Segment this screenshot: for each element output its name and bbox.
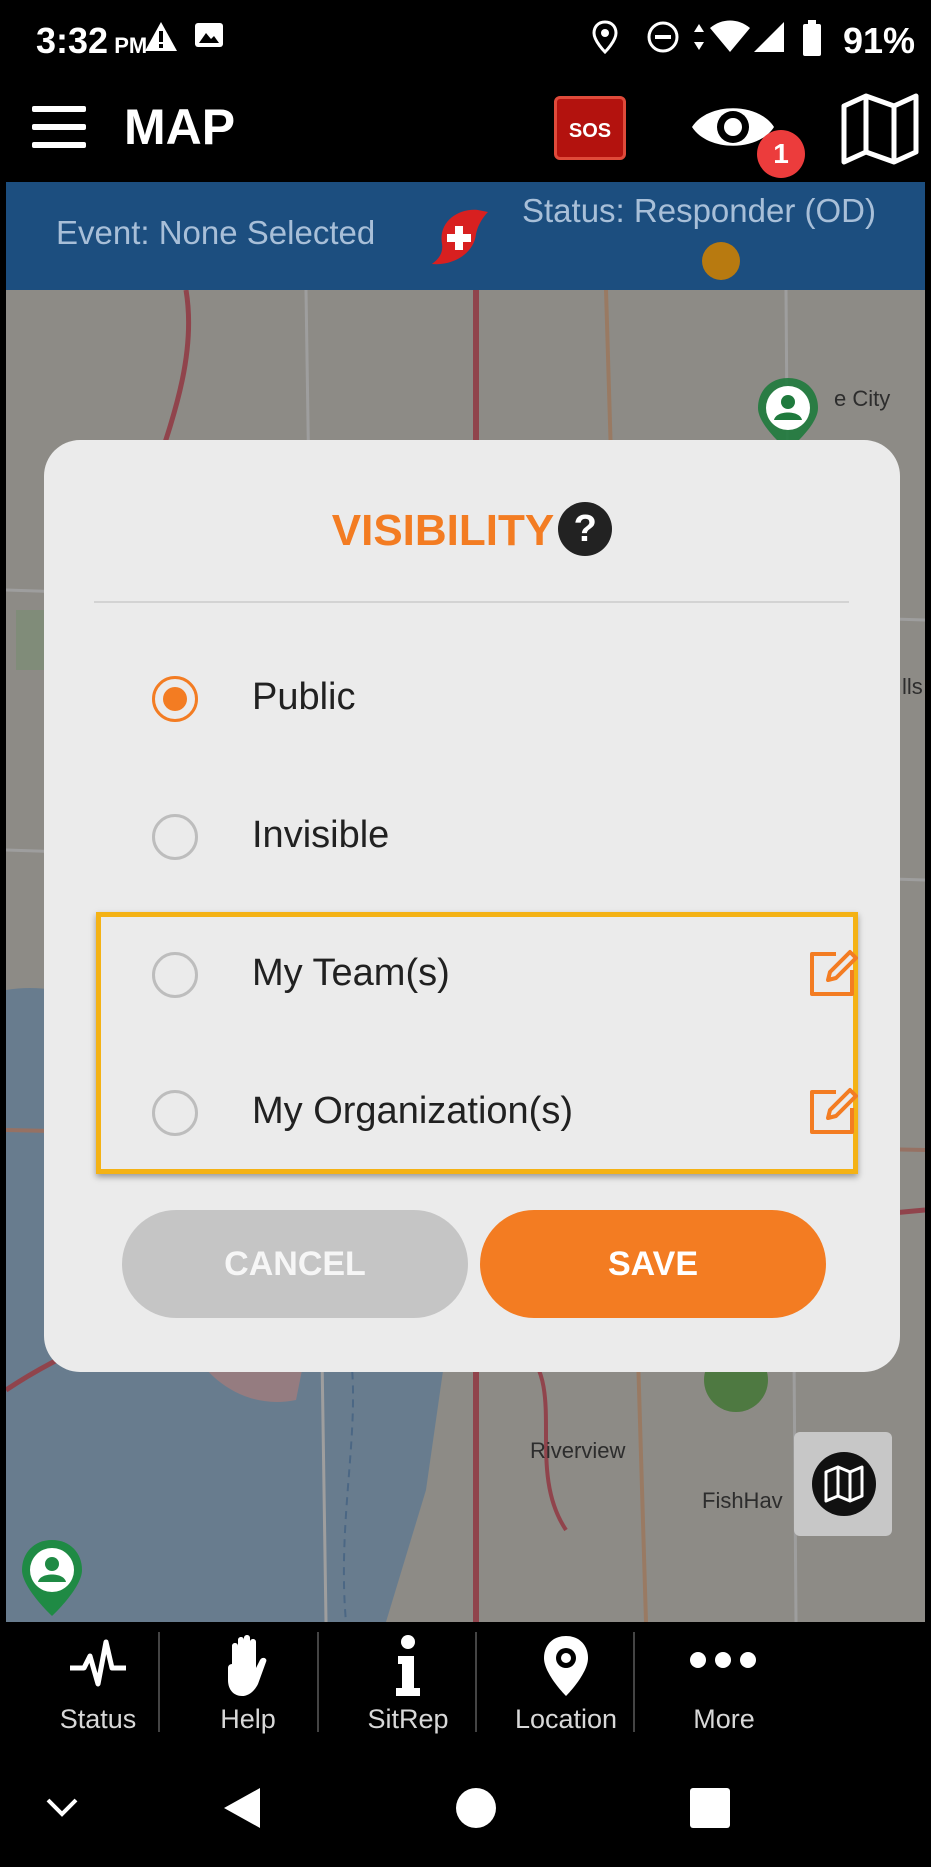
status-bar: 3:32 PM 91% xyxy=(6,6,925,78)
info-icon xyxy=(396,1635,420,1696)
option-my-teams[interactable]: My Team(s) xyxy=(152,938,858,1018)
nav-label: Help xyxy=(220,1704,276,1734)
battery-level: 91% xyxy=(842,20,915,61)
nav-help[interactable]: Help xyxy=(156,1622,340,1752)
visibility-dialog: VISIBILITY? Public Invisible My Team(s) … xyxy=(44,440,900,1372)
edit-icon[interactable] xyxy=(806,948,858,1000)
event-bar[interactable]: Event: None Selected Status: Responder (… xyxy=(6,182,925,290)
option-public[interactable]: Public xyxy=(152,662,852,742)
system-navigation-bar xyxy=(6,1752,925,1867)
edit-icon[interactable] xyxy=(806,1086,858,1138)
option-label: Public xyxy=(252,676,356,718)
warning-icon xyxy=(145,22,177,51)
event-label[interactable]: Event: None Selected xyxy=(56,214,375,252)
chevron-down-icon[interactable] xyxy=(44,1796,80,1820)
save-button[interactable]: SAVE xyxy=(480,1210,826,1318)
notification-badge: 1 xyxy=(757,130,805,178)
image-icon xyxy=(195,23,223,47)
more-dots-icon xyxy=(690,1652,756,1668)
page-title: MAP xyxy=(124,99,236,155)
nav-label: More xyxy=(693,1704,755,1734)
do-not-disturb-icon xyxy=(647,21,679,53)
option-my-organizations[interactable]: My Organization(s) xyxy=(152,1076,858,1156)
help-icon[interactable]: ? xyxy=(558,502,613,557)
hurricane-cross-icon xyxy=(432,209,488,265)
option-label: My Team(s) xyxy=(252,952,450,994)
menu-icon[interactable] xyxy=(32,106,86,150)
cancel-button[interactable]: CANCEL xyxy=(122,1210,468,1318)
phone-screen: 3:32 PM 91% MAP SOS 1 Event: None Select… xyxy=(0,0,931,1867)
map-layers-icon[interactable] xyxy=(840,92,920,166)
nav-label: Location xyxy=(514,1704,618,1734)
radio-button[interactable] xyxy=(152,676,198,722)
wifi-icon xyxy=(710,20,750,52)
home-icon[interactable] xyxy=(454,1786,498,1830)
radio-button[interactable] xyxy=(152,1090,198,1136)
cell-signal-icon xyxy=(754,22,784,52)
hand-icon xyxy=(228,1635,267,1696)
location-pin-icon xyxy=(544,1636,588,1696)
nav-label: SitRep xyxy=(367,1704,449,1734)
sos-button[interactable]: SOS xyxy=(554,96,626,160)
gps-icon xyxy=(592,20,618,54)
recents-icon[interactable] xyxy=(688,1786,732,1830)
map-layers-button[interactable] xyxy=(794,1432,892,1536)
bottom-navigation: Status Help SitRep Location More xyxy=(6,1622,925,1752)
map-icon xyxy=(812,1452,876,1516)
divider xyxy=(94,601,849,603)
nav-location[interactable]: Location xyxy=(474,1622,658,1752)
data-arrows-icon xyxy=(694,24,704,50)
option-label: Invisible xyxy=(252,814,390,856)
status-label[interactable]: Status: Responder (OD) xyxy=(522,192,876,230)
user-pin-icon[interactable] xyxy=(20,1538,84,1618)
nav-sitrep[interactable]: SitRep xyxy=(316,1622,500,1752)
option-invisible[interactable]: Invisible xyxy=(152,800,852,880)
battery-icon xyxy=(803,20,821,56)
radio-button[interactable] xyxy=(152,952,198,998)
dialog-title: VISIBILITY? xyxy=(44,502,900,560)
option-label: My Organization(s) xyxy=(252,1090,573,1132)
heartbeat-icon xyxy=(70,1639,126,1687)
back-icon[interactable] xyxy=(222,1786,262,1830)
nav-more[interactable]: More xyxy=(632,1622,816,1752)
clock: 3:32 PM xyxy=(36,20,148,61)
radio-button[interactable] xyxy=(152,814,198,860)
status-indicator-dot xyxy=(702,242,740,280)
